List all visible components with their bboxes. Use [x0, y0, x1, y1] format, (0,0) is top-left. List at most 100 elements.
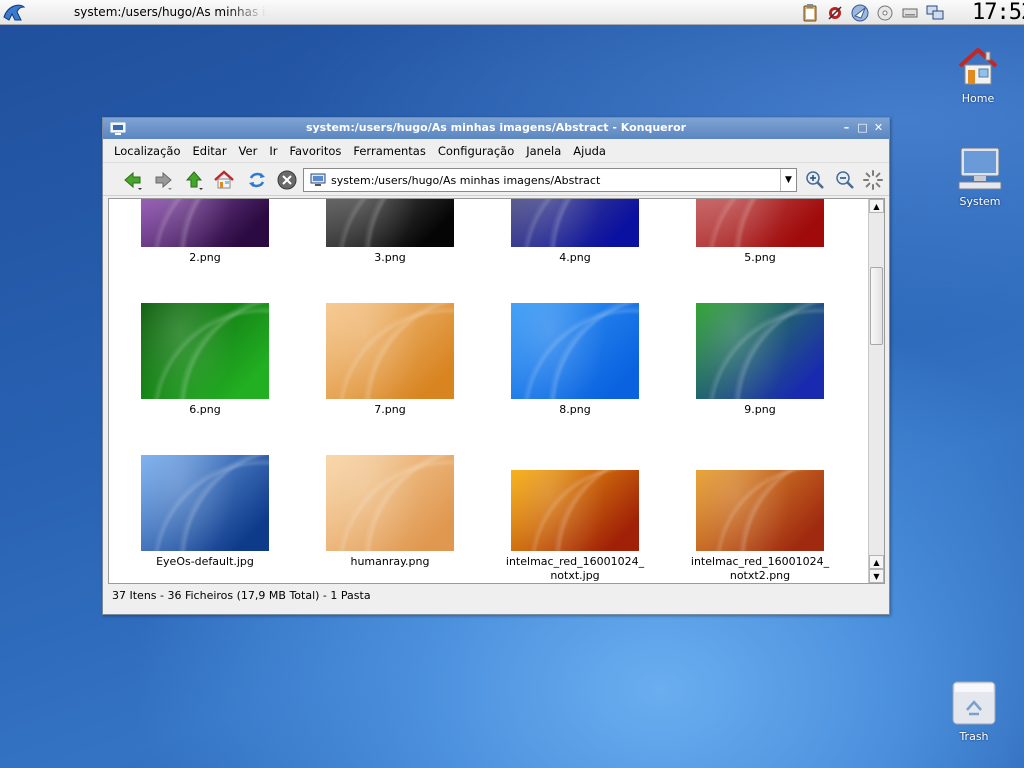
file-thumbnail[interactable] [141, 199, 269, 247]
file-thumbnail[interactable] [141, 455, 269, 551]
status-bar: 37 Itens - 36 Ficheiros (17,9 MB Total) … [112, 589, 371, 602]
zoom-in-icon [806, 171, 824, 189]
menu-ferramentas[interactable]: Ferramentas [347, 144, 431, 158]
taskbar-konqueror-button[interactable]: system:/users/hugo/As minhas imagens/Abs… [62, 2, 267, 22]
menu-editar[interactable]: Editar [187, 144, 233, 158]
file-item[interactable]: intelmac_red_16001024_notxt.jpg [485, 470, 665, 583]
desktop-system[interactable]: System [945, 145, 1015, 208]
file-name: 6.png [189, 403, 221, 416]
system-icon [958, 147, 1002, 190]
stop-icon [277, 170, 297, 190]
file-name: humanray.png [350, 555, 430, 568]
file-thumbnail[interactable] [326, 199, 454, 247]
computer-icon [310, 173, 326, 186]
removable-drive-icon[interactable] [900, 3, 920, 23]
window-title: system:/users/hugo/As minhas imagens/Abs… [305, 121, 687, 134]
menu-configuracao[interactable]: Configuração [432, 144, 520, 158]
file-item[interactable]: EyeOs-default.jpg [115, 455, 295, 569]
reload-icon [249, 172, 265, 188]
file-thumbnail[interactable] [141, 303, 269, 399]
korganizer-icon[interactable] [850, 3, 870, 23]
network-icon[interactable] [925, 3, 945, 23]
scroll-down-button[interactable]: ▼ [869, 569, 884, 583]
kde-menu-icon[interactable] [2, 1, 26, 23]
file-item[interactable]: 7.png [300, 303, 480, 417]
menu-janela[interactable]: Janela [520, 144, 567, 158]
cd-icon[interactable] [875, 3, 895, 23]
activity-indicator [861, 168, 885, 192]
menubar: Localização Editar Ver Ir Favoritos Ferr… [103, 139, 889, 163]
menu-favoritos[interactable]: Favoritos [283, 144, 347, 158]
forward-button[interactable] [151, 168, 175, 192]
file-name: EyeOs-default.jpg [156, 555, 254, 568]
location-bar[interactable]: ▼ [303, 168, 797, 192]
scroll-up-top-button[interactable]: ▲ [869, 199, 884, 213]
zoom-out-button[interactable] [833, 168, 857, 192]
window-titlebar[interactable]: system:/users/hugo/As minhas imagens/Abs… [103, 118, 889, 139]
file-item[interactable]: 3.png [300, 199, 480, 265]
klipper-icon[interactable] [800, 3, 820, 23]
top-panel: system:/users/hugo/As minhas imagens/Abs… [0, 0, 1024, 25]
trash-icon [952, 681, 996, 725]
minimize-button[interactable]: – [840, 121, 853, 134]
vertical-scrollbar[interactable]: ▲ ▲ ▼ [868, 199, 884, 583]
taskbar-title: system:/users/hugo/As minhas imagens/Abs… [74, 5, 267, 19]
mail-icon[interactable] [825, 3, 845, 23]
file-name: 8.png [559, 403, 591, 416]
file-icon-view[interactable]: 2.png 3.png 4.png 5.png 6.png 7.png 8.png 9.png… [108, 198, 885, 584]
konqueror-window: system:/users/hugo/As minhas imagens/Abs… [102, 117, 890, 615]
file-name: 4.png [559, 251, 591, 264]
back-button[interactable] [121, 168, 145, 192]
file-thumbnail[interactable] [326, 455, 454, 551]
file-item[interactable]: 5.png [670, 199, 850, 265]
system-tray [800, 2, 945, 23]
zoom-in-button[interactable] [803, 168, 827, 192]
file-name: 3.png [374, 251, 406, 264]
home-button[interactable] [212, 168, 236, 192]
file-item[interactable]: 6.png [115, 303, 295, 417]
file-item[interactable]: humanray.png [300, 455, 480, 569]
file-name: intelmac_red_16001024_notxt.jpg [505, 555, 645, 582]
file-thumbnail[interactable] [511, 303, 639, 399]
up-arrow-icon [185, 171, 203, 190]
file-thumbnail[interactable] [511, 470, 639, 551]
scroll-up-button[interactable]: ▲ [869, 555, 884, 569]
home-icon [958, 48, 998, 85]
file-thumbnail[interactable] [511, 199, 639, 247]
scroll-handle[interactable] [870, 267, 883, 345]
menu-localizacao[interactable]: Localização [108, 144, 187, 158]
menu-ver[interactable]: Ver [233, 144, 264, 158]
file-name: intelmac_red_16001024_notxt2.png [690, 555, 830, 582]
toolbar: ▼ [103, 163, 889, 196]
file-item[interactable]: intelmac_red_16001024_notxt2.png [670, 470, 850, 583]
file-item[interactable]: 8.png [485, 303, 665, 417]
location-history-dropdown[interactable]: ▼ [780, 169, 796, 191]
location-input[interactable] [331, 170, 780, 190]
home-icon [214, 170, 234, 189]
desktop-trash[interactable]: Trash [939, 680, 1009, 743]
menu-ir[interactable]: Ir [263, 144, 283, 158]
up-button[interactable] [182, 168, 206, 192]
file-name: 2.png [189, 251, 221, 264]
file-thumbnail[interactable] [326, 303, 454, 399]
clock[interactable]: 17:52 [972, 0, 1024, 25]
close-button[interactable]: ✕ [872, 121, 885, 134]
system-label: System [959, 195, 1001, 208]
reload-button[interactable] [245, 168, 269, 192]
file-item[interactable]: 4.png [485, 199, 665, 265]
file-thumbnail[interactable] [696, 303, 824, 399]
home-label: Home [961, 92, 995, 105]
file-thumbnail[interactable] [696, 199, 824, 247]
file-item[interactable]: 2.png [115, 199, 295, 265]
file-name: 7.png [374, 403, 406, 416]
back-arrow-icon [124, 171, 142, 190]
maximize-button[interactable]: □ [856, 121, 869, 134]
computer-icon[interactable] [110, 122, 126, 136]
file-item[interactable]: 9.png [670, 303, 850, 417]
desktop-home[interactable]: Home [943, 42, 1013, 105]
file-thumbnail[interactable] [696, 470, 824, 551]
spinner-icon [863, 170, 883, 190]
menu-ajuda[interactable]: Ajuda [567, 144, 612, 158]
forward-arrow-icon [155, 171, 172, 190]
stop-button[interactable] [275, 168, 299, 192]
